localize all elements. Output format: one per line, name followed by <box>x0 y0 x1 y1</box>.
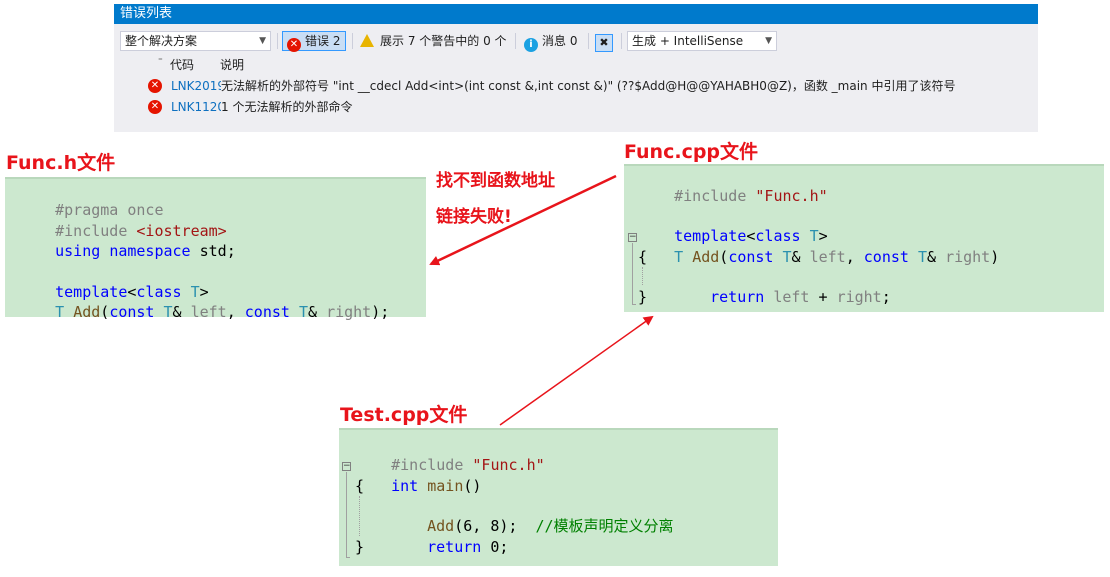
collapse-icon[interactable]: − <box>628 233 637 242</box>
code-line: #include "Func.h" <box>355 435 545 474</box>
code-token: & <box>172 303 191 321</box>
test-cpp-code-box: #include "Func.h" − int main() { Add(6, … <box>339 428 778 566</box>
fold-guide-end <box>632 304 636 305</box>
code-token: { <box>638 248 648 266</box>
code-token: "Func.h" <box>472 456 545 474</box>
fold-guide-end <box>346 557 350 558</box>
code-token: using <box>55 242 101 260</box>
code-token: ( <box>100 303 110 321</box>
code-token: } <box>638 288 648 306</box>
collapse-icon[interactable]: − <box>342 462 351 471</box>
code-line: #pragma once <box>19 180 163 219</box>
code-line: return 0; <box>391 517 508 556</box>
code-token: T <box>163 303 173 321</box>
code-token: Add <box>692 248 720 266</box>
code-line: T Add(const T& left, const T& right) <box>638 227 999 266</box>
code-line: return left + right; <box>674 267 891 306</box>
indent-guide <box>642 267 643 285</box>
code-token: { <box>355 477 365 495</box>
code-line: #include <iostream> <box>19 201 227 240</box>
code-token: const <box>863 248 909 266</box>
code-line: } <box>355 537 364 557</box>
code-box-border <box>5 177 426 179</box>
code-token: & <box>927 248 946 266</box>
code-token: T <box>782 248 792 266</box>
code-line: using namespace std; <box>19 221 236 260</box>
code-token: main <box>427 477 464 495</box>
code-token: Add <box>73 303 101 321</box>
code-token: left <box>190 303 227 321</box>
code-token: ); <box>371 303 390 321</box>
code-line: { <box>638 247 647 267</box>
code-line: template<class T> <box>19 262 209 301</box>
code-token: , <box>845 248 864 266</box>
code-token: const <box>728 248 774 266</box>
code-token: left <box>809 248 846 266</box>
code-token: T <box>674 248 684 266</box>
code-token: namespace <box>109 242 191 260</box>
code-token: #include <box>674 187 756 205</box>
code-token: + <box>809 288 837 306</box>
code-token: & <box>308 303 327 321</box>
indent-guide <box>359 496 360 536</box>
code-token: "Func.h" <box>755 187 828 205</box>
code-token: ; <box>881 288 891 306</box>
code-token: 0; <box>481 538 509 556</box>
code-line: } <box>638 287 647 307</box>
code-token: const <box>109 303 155 321</box>
fold-guide <box>346 472 347 558</box>
code-token: right <box>326 303 372 321</box>
code-token: & <box>791 248 810 266</box>
arrow-to-func-h <box>429 174 617 266</box>
code-box-border <box>339 428 778 430</box>
code-token: int <box>391 477 419 495</box>
code-token: ) <box>990 248 1000 266</box>
code-token: const <box>244 303 290 321</box>
code-token: return <box>427 538 482 556</box>
code-token: T <box>298 303 308 321</box>
code-token: right <box>945 248 991 266</box>
code-line: Add(6, 8); //模板声明定义分离 <box>391 496 673 535</box>
code-token: } <box>355 538 365 556</box>
code-comment: //模板声明定义分离 <box>535 517 674 535</box>
code-token: right <box>836 288 882 306</box>
code-line: #include "Func.h" <box>638 166 828 205</box>
code-token: left <box>773 288 810 306</box>
code-token: , <box>226 303 245 321</box>
code-token: T <box>55 303 65 321</box>
code-line: int main() <box>355 456 481 495</box>
code-token: std; <box>190 242 236 260</box>
code-token: return <box>710 288 765 306</box>
code-token: () <box>463 477 482 495</box>
fold-guide <box>632 243 633 305</box>
code-line: T Add(const T& left, const T& right); <box>19 282 389 321</box>
code-line: template<class T> <box>638 206 828 245</box>
code-token: T <box>917 248 927 266</box>
arrow-to-func-cpp <box>499 315 654 426</box>
code-token: ( <box>719 248 729 266</box>
code-line: { <box>355 476 364 496</box>
func-cpp-code-box: #include "Func.h" template<class T> − T … <box>624 164 1104 312</box>
func-h-code-box: #pragma once #include <iostream> using n… <box>5 177 426 321</box>
